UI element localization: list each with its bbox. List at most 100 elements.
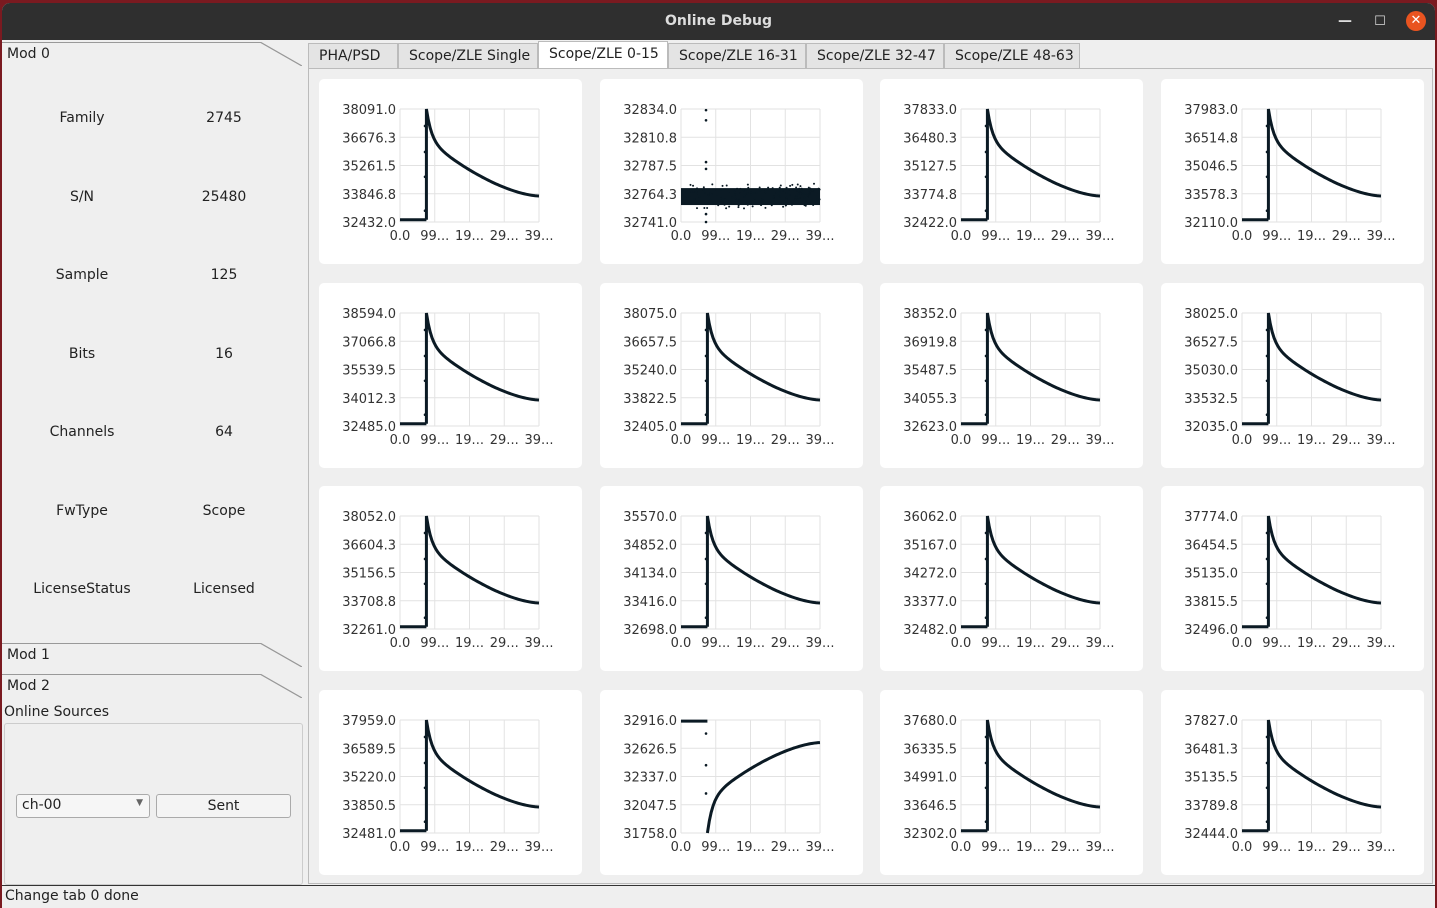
x-tick-label: 39... (525, 229, 554, 244)
scope-chart: 38352.0 0.0 36919.8 99... 35487.5 19... 34055.… (880, 282, 1144, 468)
data-point (1265, 819, 1269, 823)
data-point (723, 203, 726, 206)
y-tick-label: 32047.5 (623, 798, 677, 813)
prop-label: LicenseStatus (33, 581, 131, 597)
scope-chart: 38594.0 0.0 37066.8 99... 35539.5 19... 34012.… (319, 282, 582, 468)
x-tick-label: 29... (770, 840, 799, 855)
data-point (721, 200, 724, 203)
x-tick-label: 19... (1016, 433, 1045, 448)
y-tick-label: 33416.0 (623, 595, 677, 610)
x-tick-label: 99... (701, 433, 730, 448)
y-tick-label: 34055.3 (904, 391, 958, 406)
data-point (808, 192, 811, 195)
x-tick-label: 39... (525, 840, 554, 855)
minimize-icon[interactable]: — (1330, 3, 1360, 40)
y-tick-label: 36657.5 (623, 335, 677, 350)
x-tick-label: 19... (455, 433, 484, 448)
data-point (764, 191, 767, 194)
y-tick-label: 35046.5 (1184, 160, 1238, 175)
window-title: Online Debug (665, 13, 772, 29)
y-tick-label: 33815.5 (1184, 595, 1238, 610)
x-tick-label: 19... (1016, 636, 1045, 651)
chart-plot: 37827.0 0.0 36481.3 99... 35135.5 19... 33789.… (1184, 714, 1395, 855)
data-point (695, 207, 698, 210)
data-point (710, 183, 713, 186)
y-tick-label: 35261.5 (342, 160, 396, 175)
tab-scope-zle-32-47[interactable]: Scope/ZLE 32-47 (806, 43, 944, 69)
data-point (791, 183, 794, 186)
data-point (704, 557, 708, 561)
data-point (727, 205, 730, 208)
close-icon[interactable]: ✕ (1406, 11, 1426, 31)
data-point (710, 193, 713, 196)
data-point (721, 184, 724, 187)
tab-pha-psd[interactable]: PHA/PSD (308, 43, 398, 69)
data-point (753, 192, 756, 195)
mod-2-header[interactable]: Mod 2 (2, 674, 302, 698)
x-tick-label: 39... (1367, 433, 1396, 448)
x-tick-label: 99... (420, 840, 449, 855)
data-point (760, 198, 763, 201)
data-point (742, 189, 745, 192)
prop-label: Sample (55, 267, 109, 283)
data-point (423, 786, 427, 789)
channel-select[interactable]: ch-00 ▼ (16, 794, 150, 818)
prop-value: Licensed (193, 581, 255, 597)
y-tick-label: 33789.8 (1184, 798, 1238, 813)
data-point (801, 193, 804, 196)
data-point (792, 188, 795, 191)
y-tick-label: 35167.0 (904, 538, 958, 553)
data-point (1265, 786, 1269, 789)
data-point (985, 819, 988, 823)
data-point (818, 198, 821, 201)
x-tick-label: 39... (1086, 840, 1115, 855)
x-tick-label: 0.0 (951, 636, 972, 651)
data-point (796, 198, 799, 201)
mod-1-header[interactable]: Mod 1 (2, 643, 302, 667)
tab-scope-zle-single[interactable]: Scope/ZLE Single (398, 43, 538, 69)
y-tick-label: 33377.0 (904, 595, 958, 610)
scope-chart: 37833.0 0.0 36480.3 99... 35127.5 19... 33774.… (880, 79, 1144, 264)
data-point (704, 328, 708, 331)
status-bar: Change tab 0 done (2, 885, 1435, 908)
scope-chart: 37680.0 0.0 36335.5 99... 34991.0 19... 33646.… (880, 689, 1144, 875)
x-tick-label: 39... (525, 433, 554, 448)
data-point (985, 735, 988, 738)
data-point (689, 183, 692, 186)
scope-chart: 38025.0 0.0 36527.5 99... 35030.0 19... 33532.… (1161, 282, 1425, 468)
tab-scope-zle-0-15[interactable]: Scope/ZLE 0-15 (538, 41, 668, 69)
y-tick-label: 35220.0 (342, 770, 396, 785)
maximize-icon[interactable]: ☐ (1365, 3, 1395, 40)
x-tick-label: 19... (1297, 636, 1326, 651)
y-tick-label: 32623.0 (904, 420, 958, 435)
data-point (802, 196, 805, 199)
tab-scope-zle-48-63[interactable]: Scope/ZLE 48-63 (944, 43, 1080, 69)
scope-chart: 38052.0 0.0 36604.3 99... 35156.5 19... 33708.… (319, 486, 582, 671)
data-point (725, 184, 728, 187)
data-point (785, 198, 788, 201)
data-point (719, 201, 722, 204)
data-point (1265, 175, 1269, 179)
mod-0-header[interactable]: Mod 0 (2, 42, 302, 66)
y-tick-label: 35127.5 (904, 160, 958, 175)
x-tick-label: 0.0 (670, 433, 691, 448)
x-tick-label: 99... (701, 840, 730, 855)
data-point (702, 187, 705, 190)
chart-plot: 32834.0 0.0 32810.8 99... 32787.5 19... 32764.… (623, 103, 834, 244)
y-tick-label: 37833.0 (904, 103, 958, 118)
data-point (985, 354, 988, 357)
y-tick-label: 31758.0 (623, 827, 677, 842)
data-point (704, 763, 708, 766)
chart-plot: 37774.0 0.0 36454.5 99... 35135.0 19... 33815.… (1184, 510, 1395, 651)
sent-button[interactable]: Sent (156, 794, 291, 818)
y-tick-label: 32110.0 (1184, 216, 1238, 231)
x-tick-label: 99... (1262, 636, 1291, 651)
chart-plot: 38352.0 0.0 36919.8 99... 35487.5 19... 34055.… (904, 307, 1115, 448)
prop-label: S/N (69, 188, 95, 205)
tab-scope-zle-16-31[interactable]: Scope/ZLE 16-31 (668, 43, 806, 69)
data-point (784, 204, 787, 207)
data-point (1265, 616, 1269, 619)
y-tick-label: 33708.8 (342, 595, 396, 610)
chart-plot: 32916.0 0.0 32626.5 99... 32337.0 19... 32047.… (623, 714, 834, 855)
data-point (423, 531, 427, 535)
